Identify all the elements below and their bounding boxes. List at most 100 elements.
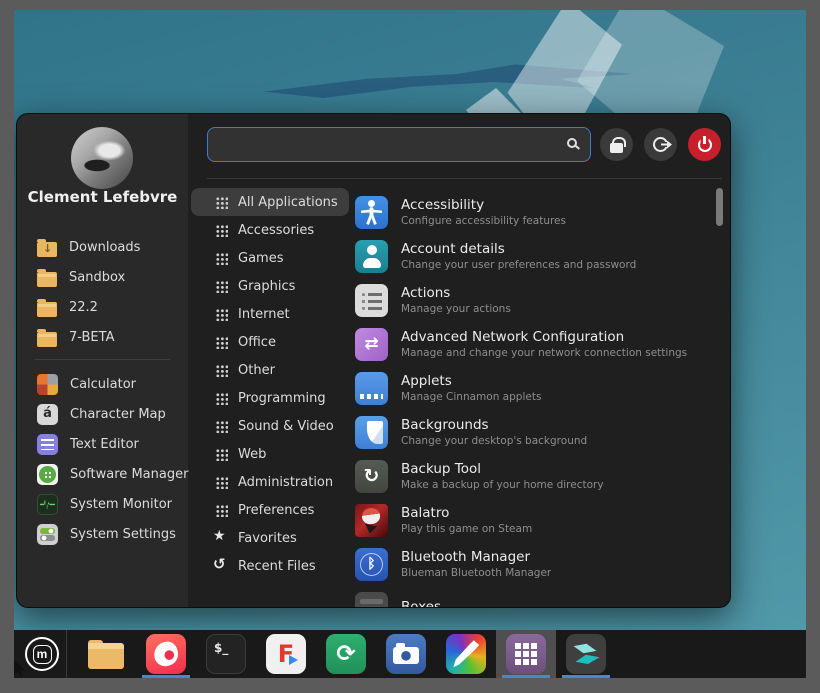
category-item[interactable]: Accessories (191, 216, 349, 244)
sidebar-app-item[interactable]: Character Map (17, 399, 188, 429)
taskbar-launcher[interactable] (496, 630, 556, 678)
folder-icon (37, 242, 57, 257)
app-item[interactable]: Boxes (355, 586, 716, 608)
sidebar-app-item[interactable]: Software Manager (17, 459, 188, 489)
sidebar-app-item[interactable]: Calculator (17, 369, 188, 399)
taskbar-launcher[interactable]: F (256, 630, 316, 678)
app-icon (355, 196, 388, 229)
category-label: Other (238, 363, 275, 378)
app-description: Make a backup of your home directory (401, 479, 604, 491)
category-label: Preferences (238, 503, 314, 518)
sidebar-place-label: Downloads (69, 240, 140, 255)
app-icon: ᛒ (355, 548, 388, 581)
sidebar-places: Downloads Sandbox 22.2 7-BETA (17, 232, 188, 352)
app-item[interactable]: ⇄ Advanced Network Configuration Manage … (355, 322, 716, 366)
app-icon (355, 416, 388, 449)
lock-button[interactable] (600, 128, 633, 161)
category-item[interactable]: Favorites (191, 524, 349, 552)
app-title: Backup Tool (401, 461, 604, 477)
logout-icon (653, 137, 668, 152)
taskbar-launcher[interactable] (556, 630, 616, 678)
category-grid-icon (215, 224, 228, 237)
sidebar-app-icon (37, 374, 58, 395)
sidebar-app-label: Calculator (70, 377, 136, 392)
category-grid-icon (215, 560, 228, 573)
category-item[interactable]: Other (191, 356, 349, 384)
wallpaper-shape (264, 42, 634, 122)
app-title: Accessibility (401, 197, 566, 213)
sidebar-app-label: Text Editor (70, 437, 139, 452)
sidebar-app-icon (37, 464, 58, 485)
category-item[interactable]: Recent Files (191, 552, 349, 580)
category-grid-icon (215, 476, 228, 489)
sidebar-app-item[interactable]: System Settings (17, 519, 188, 549)
taskbar-app-icon (86, 634, 126, 674)
taskbar-app-icon (506, 634, 546, 674)
sidebar-app-item[interactable]: System Monitor (17, 489, 188, 519)
category-label: Internet (238, 307, 290, 322)
app-item[interactable]: ↻ Backup Tool Make a backup of your home… (355, 454, 716, 498)
category-grid-icon (215, 504, 228, 517)
category-label: All Applications (238, 195, 338, 210)
folder-icon (37, 302, 57, 317)
app-item[interactable]: Backgrounds Change your desktop's backgr… (355, 410, 716, 454)
folder-icon (37, 272, 57, 287)
category-item[interactable]: Web (191, 440, 349, 468)
taskbar-launcher[interactable] (436, 630, 496, 678)
app-item[interactable]: Account details Change your user prefere… (355, 234, 716, 278)
taskbar-app-icon (446, 634, 486, 674)
category-item[interactable]: Sound & Video (191, 412, 349, 440)
logout-button[interactable] (644, 128, 677, 161)
taskbar-launcher[interactable] (76, 630, 136, 678)
category-item[interactable]: Administration (191, 468, 349, 496)
taskbar-launcher[interactable] (376, 630, 436, 678)
taskbar-launcher[interactable] (136, 630, 196, 678)
taskbar-launcher[interactable]: ⟳ (316, 630, 376, 678)
search-input[interactable] (207, 127, 591, 162)
taskbar-app-icon: ⟳ (326, 634, 366, 674)
sidebar-place-item[interactable]: 7-BETA (17, 322, 188, 352)
sidebar-place-item[interactable]: 22.2 (17, 292, 188, 322)
category-label: Graphics (238, 279, 295, 294)
sidebar-app-item[interactable]: Text Editor (17, 429, 188, 459)
category-item[interactable]: Internet (191, 300, 349, 328)
category-item[interactable]: Graphics (191, 272, 349, 300)
category-item[interactable]: All Applications (191, 188, 349, 216)
taskbar-app-icon (146, 634, 186, 674)
category-item[interactable]: Office (191, 328, 349, 356)
sidebar-app-icon (37, 494, 58, 515)
app-icon: ↻ (355, 460, 388, 493)
app-title: Balatro (401, 505, 532, 521)
mint-menu-button[interactable]: m (18, 630, 66, 678)
taskbar: m $_ F ⟳ (14, 630, 806, 678)
category-grid-icon (215, 532, 228, 545)
taskbar-app-icon (386, 634, 426, 674)
power-button[interactable] (688, 128, 721, 161)
taskbar-launcher[interactable]: $_ (196, 630, 256, 678)
sidebar-place-item[interactable]: Sandbox (17, 262, 188, 292)
sidebar-place-item[interactable]: Downloads (17, 232, 188, 262)
taskbar-separator (66, 630, 67, 678)
category-list: All Applications Accessories Games Graph… (191, 188, 349, 580)
taskbar-app-icon: $_ (206, 634, 246, 674)
sidebar-app-label: Character Map (70, 407, 166, 422)
category-item[interactable]: Games (191, 244, 349, 272)
app-description: Blueman Bluetooth Manager (401, 567, 551, 579)
category-label: Recent Files (238, 559, 316, 574)
app-item[interactable]: Actions Manage your actions (355, 278, 716, 322)
app-item[interactable]: Balatro Play this game on Steam (355, 498, 716, 542)
category-item[interactable]: Programming (191, 384, 349, 412)
desktop[interactable]: Clement Lefebvre Downloads Sandbox 22.2 (14, 10, 806, 678)
app-item[interactable]: Applets Manage Cinnamon applets (355, 366, 716, 410)
scrollbar[interactable] (716, 188, 723, 226)
app-item[interactable]: Accessibility Configure accessibility fe… (355, 190, 716, 234)
category-grid-icon (215, 364, 228, 377)
avatar[interactable] (71, 127, 133, 189)
header-separator (207, 178, 722, 179)
taskbar-app-icon: F (266, 634, 306, 674)
sidebar-app-label: System Settings (70, 527, 176, 542)
sidebar-app-icon (37, 524, 58, 545)
app-item[interactable]: ᛒ Bluetooth Manager Blueman Bluetooth Ma… (355, 542, 716, 586)
mint-menu-popup: Clement Lefebvre Downloads Sandbox 22.2 (16, 113, 731, 608)
category-item[interactable]: Preferences (191, 496, 349, 524)
